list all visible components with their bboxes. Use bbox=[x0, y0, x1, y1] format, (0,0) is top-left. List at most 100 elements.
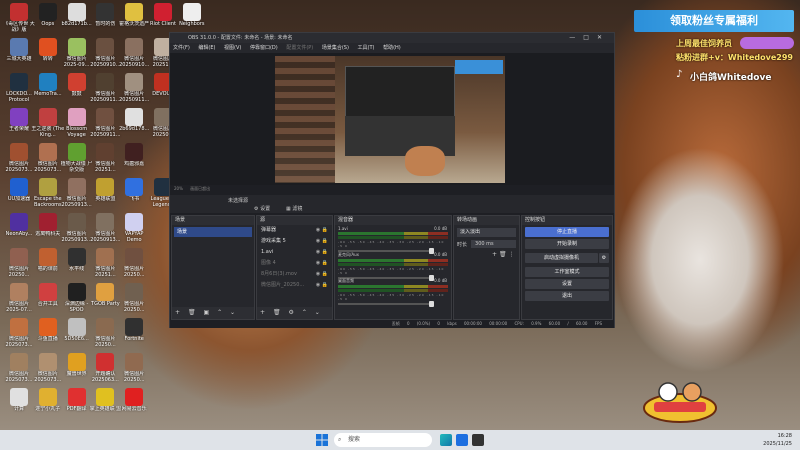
source-label: 微信图片_20250... bbox=[261, 282, 305, 288]
app-icon bbox=[38, 388, 57, 406]
desktop-icon-label: 鸡瘟邪嘉 bbox=[124, 161, 145, 167]
move-up-icon[interactable]: ⌃ bbox=[217, 309, 222, 316]
source-item[interactable]: 8月6日(3).mov ◉ 🔒 bbox=[257, 269, 332, 280]
app-icon bbox=[67, 178, 86, 196]
window-controls[interactable]: —□✕ bbox=[569, 33, 610, 43]
edge-icon[interactable] bbox=[440, 434, 452, 446]
source-item[interactable]: 弹幕器 ◉ 🔒 bbox=[257, 225, 332, 236]
filters-source-button[interactable]: ▦ 滤镜 bbox=[286, 205, 302, 212]
app-icon bbox=[125, 108, 144, 126]
menu-scene-collection[interactable]: 场景集合(S) bbox=[322, 45, 349, 51]
move-up-icon[interactable]: ⌃ bbox=[302, 309, 307, 316]
desktop-icon-label: VAPYAP Demo bbox=[124, 231, 144, 243]
menu-tools[interactable]: 工具(T) bbox=[358, 45, 375, 51]
system-clock[interactable]: 16:28 2025/11/25 bbox=[763, 432, 792, 448]
app-icon bbox=[125, 213, 144, 231]
desktop-icon[interactable]: Fortnite bbox=[117, 318, 151, 348]
obs-title: OBS 31.0.0 - 配置文件: 未命名 - 场景: 未命名 bbox=[188, 35, 293, 41]
visibility-lock-icon[interactable]: ◉ 🔒 bbox=[316, 258, 328, 269]
remove-scene-icon[interactable]: 🗑 bbox=[188, 309, 196, 316]
app-icon bbox=[96, 353, 115, 371]
settings-source-button[interactable]: ⚙ 设置 bbox=[254, 205, 270, 212]
app-icon bbox=[96, 3, 115, 21]
obs-taskbar-icon[interactable] bbox=[472, 434, 484, 446]
app-icon bbox=[10, 38, 28, 56]
controls-panel: 控制按钮 停止直播 开始录制 启动虚拟摄像机 ⚙ 工作室模式 设置 退出 bbox=[521, 215, 613, 320]
source-item[interactable]: 微信图片_20250... ◉ 🔒 bbox=[257, 280, 332, 291]
volume-slider[interactable] bbox=[338, 301, 434, 307]
volume-meter bbox=[338, 236, 448, 239]
settings-button[interactable]: 设置 bbox=[525, 279, 609, 289]
obs-preview[interactable] bbox=[170, 53, 614, 185]
taskbar-search[interactable]: ⌕ 搜索 bbox=[334, 433, 432, 447]
desktop-icon[interactable]: VAPYAP Demo bbox=[117, 213, 151, 243]
studio-mode-button[interactable]: 工作室模式 bbox=[525, 267, 609, 277]
virtual-camera-settings-icon[interactable]: ⚙ bbox=[599, 253, 609, 263]
desktop-icon[interactable]: 鸡瘟邪嘉 bbox=[117, 143, 151, 173]
scenes-title: 场景 bbox=[172, 216, 254, 225]
scenes-panel: 场景 场景 + 🗑 ▣ ⌃ ⌄ bbox=[171, 215, 255, 320]
source-label: 8月6日(3).mov bbox=[261, 271, 297, 277]
menu-file[interactable]: 文件(F) bbox=[173, 45, 190, 51]
menu-profile[interactable]: 配置文件(P) bbox=[286, 45, 313, 51]
transition-type-select[interactable]: 淡入淡出 bbox=[457, 228, 516, 237]
scene-item[interactable]: 场景 bbox=[174, 227, 252, 237]
desktop-icon-label: 微信图片 20250... bbox=[123, 266, 145, 278]
app-icon bbox=[38, 353, 57, 371]
exit-button[interactable]: 退出 bbox=[525, 291, 609, 301]
visibility-lock-icon[interactable]: ◉ 🔒 bbox=[316, 225, 328, 236]
source-settings-icon[interactable]: ⚙ bbox=[289, 309, 294, 316]
controls-title: 控制按钮 bbox=[522, 216, 612, 225]
source-item[interactable]: 游戏采集 5 ◉ 🔒 bbox=[257, 236, 332, 247]
menu-view[interactable]: 视图(V) bbox=[224, 45, 241, 51]
scene-filter-icon[interactable]: ▣ bbox=[204, 309, 210, 316]
volume-meter bbox=[338, 232, 448, 235]
browser-icon[interactable] bbox=[456, 434, 468, 446]
app-icon bbox=[10, 283, 28, 301]
app-icon bbox=[67, 318, 86, 336]
visibility-lock-icon[interactable]: ◉ 🔒 bbox=[316, 280, 328, 291]
obs-titlebar[interactable]: OBS 31.0.0 - 配置文件: 未命名 - 场景: 未命名 —□✕ bbox=[170, 33, 614, 43]
app-icon bbox=[154, 3, 172, 21]
source-item[interactable]: 图像 4 ◉ 🔒 bbox=[257, 258, 332, 269]
app-icon bbox=[67, 143, 86, 161]
start-recording-button[interactable]: 开始录制 bbox=[525, 239, 609, 249]
app-icon bbox=[125, 3, 144, 21]
meter-scale: -60 -55 -50 -45 -40 -35 -30 -25 -20 -15 … bbox=[338, 267, 445, 275]
move-down-icon[interactable]: ⌄ bbox=[230, 309, 235, 316]
desktop-icon[interactable]: 微信图片 20250... bbox=[117, 353, 151, 383]
virtual-camera-button[interactable]: 启动虚拟摄像机 bbox=[525, 253, 598, 263]
app-icon bbox=[96, 38, 115, 56]
visibility-lock-icon[interactable]: ◉ 🔒 bbox=[316, 247, 328, 258]
duration-input[interactable]: 300 ms bbox=[471, 240, 516, 248]
menu-edit[interactable]: 编辑(E) bbox=[198, 45, 215, 51]
app-icon bbox=[38, 283, 57, 301]
desktop-icon[interactable]: Neighbors bbox=[175, 3, 209, 33]
visibility-lock-icon[interactable]: ◉ 🔒 bbox=[316, 236, 328, 247]
add-transition-icon[interactable]: + bbox=[492, 251, 497, 258]
visibility-lock-icon[interactable]: ◉ 🔒 bbox=[316, 269, 328, 280]
desktop-icon[interactable]: 网易云音乐 bbox=[117, 388, 151, 418]
channel-name: 麦克风/Aux bbox=[338, 252, 359, 257]
move-down-icon[interactable]: ⌄ bbox=[315, 309, 320, 316]
windows-start-icon[interactable] bbox=[316, 434, 328, 446]
menu-help[interactable]: 帮助(H) bbox=[383, 45, 401, 51]
transition-menu-icon[interactable]: ⋮ bbox=[509, 251, 515, 258]
desktop-icon[interactable]: 微信图片 20250... bbox=[117, 248, 151, 278]
source-label: 图像 4 bbox=[261, 260, 276, 266]
app-icon bbox=[10, 318, 28, 336]
add-scene-icon[interactable]: + bbox=[175, 309, 180, 316]
app-icon bbox=[67, 213, 86, 231]
app-icon bbox=[125, 38, 144, 56]
stop-streaming-button[interactable]: 停止直播 bbox=[525, 227, 609, 237]
desktop-icon[interactable]: 微信图片 20250... bbox=[117, 283, 151, 313]
app-icon bbox=[96, 318, 115, 336]
mixer-channels: 1.avi 0.0 dB -60 -55 -50 -45 -40 -35 -30 -… bbox=[335, 225, 451, 307]
add-source-icon[interactable]: + bbox=[260, 309, 265, 316]
remove-source-icon[interactable]: 🗑 bbox=[273, 309, 281, 316]
desktop-wallpaper: 《毒区传世 大战》版 Oops b82d171b... 暂时的伤 霍格沃茨遗产 Riot … bbox=[0, 0, 800, 430]
remove-transition-icon[interactable]: 🗑 bbox=[499, 251, 507, 258]
menu-docks[interactable]: 停靠窗口(D) bbox=[250, 45, 278, 51]
source-item[interactable]: 1.avi ◉ 🔒 bbox=[257, 247, 332, 258]
sources-title: 源 bbox=[257, 216, 332, 225]
